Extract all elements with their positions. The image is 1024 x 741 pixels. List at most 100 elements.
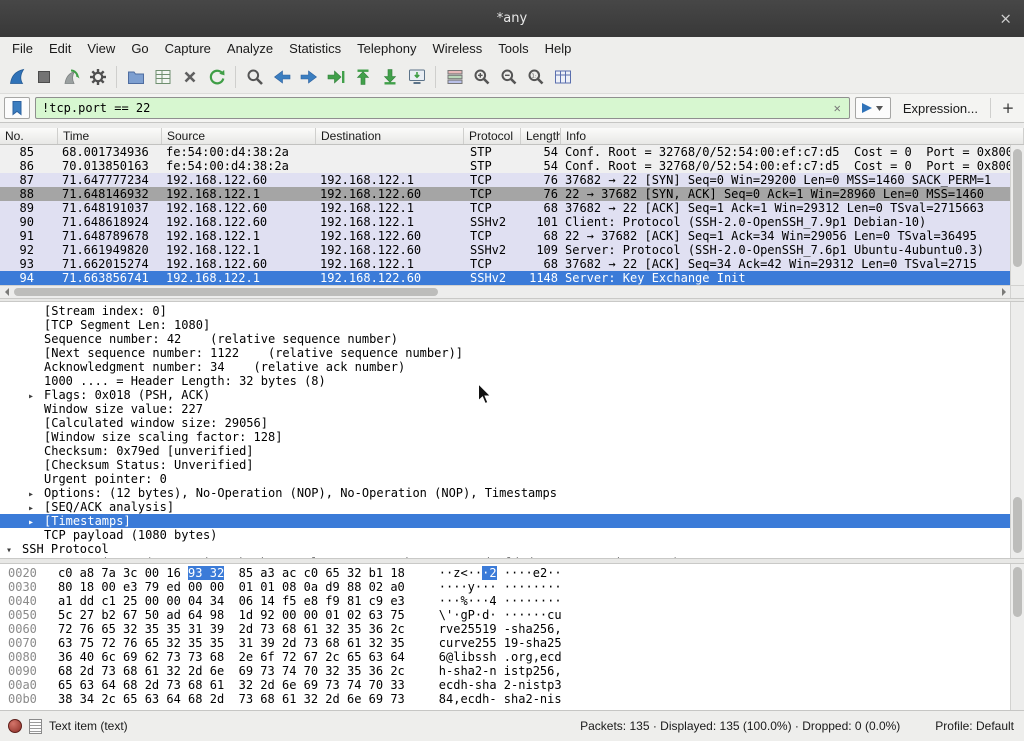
scroll-left-icon[interactable] [0,286,13,298]
detail-line[interactable]: SSH Version 2 (encryption:chacha20-poly1… [0,556,1010,558]
menu-edit[interactable]: Edit [41,39,79,58]
expander-icon[interactable]: ▾ [6,544,22,556]
capture-comment-icon[interactable] [29,719,42,734]
display-filter-input[interactable]: !tcp.port == 22 ✕ [35,97,850,119]
detail-line[interactable]: [Checksum Status: Unverified] [0,458,1010,472]
expander-icon[interactable]: ▸ [28,502,44,514]
detail-line[interactable]: [Stream index: 0] [0,304,1010,318]
detail-line[interactable]: 1000 .... = Header Length: 32 bytes (8) [0,374,1010,388]
open-file-button[interactable] [122,64,149,90]
scrollbar-thumb[interactable] [14,288,438,296]
menu-view[interactable]: View [79,39,123,58]
go-back-button[interactable] [268,64,295,90]
colorize-packets-button[interactable] [441,64,468,90]
detail-line[interactable]: Sequence number: 42 (relative sequence n… [0,332,1010,346]
reload-file-button[interactable] [203,64,230,90]
detail-line[interactable]: ▾SSH Protocol [0,542,1010,556]
menu-file[interactable]: File [4,39,41,58]
hex-row-0070[interactable]: 007063 75 72 76 65 32 35 35 31 39 2d 73 … [0,636,1010,650]
hex-row-0080[interactable]: 008036 40 6c 69 62 73 73 68 2e 6f 72 67 … [0,650,1010,664]
expander-icon[interactable]: ▸ [28,390,44,402]
packet-row-87[interactable]: 8771.647777234192.168.122.60192.168.122.… [0,173,1010,187]
resize-columns-button[interactable] [549,64,576,90]
menu-analyze[interactable]: Analyze [219,39,281,58]
hex-row-0060[interactable]: 006072 76 65 32 35 35 31 39 2d 73 68 61 … [0,622,1010,636]
go-forward-button[interactable] [295,64,322,90]
go-to-last-button[interactable] [376,64,403,90]
auto-scroll-button[interactable] [403,64,430,90]
hex-row-0040[interactable]: 0040a1 dd c1 25 00 00 04 34 06 14 f5 e8 … [0,594,1010,608]
start-capture-button[interactable] [3,64,30,90]
packet-row-91[interactable]: 9171.648789678192.168.122.1192.168.122.6… [0,229,1010,243]
close-file-button[interactable] [176,64,203,90]
hex-vscrollbar[interactable] [1010,564,1024,710]
stop-capture-button[interactable] [30,64,57,90]
hex-row-0050[interactable]: 00505c 27 b2 67 50 ad 64 98 1d 92 00 00 … [0,608,1010,622]
detail-line[interactable]: [Window size scaling factor: 128] [0,430,1010,444]
col-header-source[interactable]: Source [162,128,316,144]
scrollbar-thumb[interactable] [1013,567,1022,617]
packet-row-93[interactable]: 9371.662015274192.168.122.60192.168.122.… [0,257,1010,271]
col-header-length[interactable]: Length [521,128,561,144]
restart-capture-button[interactable] [57,64,84,90]
packet-list-hscrollbar[interactable] [0,285,1010,298]
filter-apply-button[interactable] [855,97,891,119]
col-header-protocol[interactable]: Protocol [464,128,521,144]
zoom-out-button[interactable] [495,64,522,90]
filter-clear-icon[interactable]: ✕ [832,101,843,115]
packet-row-94[interactable]: 9471.663856741192.168.122.1192.168.122.6… [0,271,1010,285]
zoom-in-button[interactable] [468,64,495,90]
detail-line[interactable]: Urgent pointer: 0 [0,472,1010,486]
expression-button[interactable]: Expression... [896,101,985,116]
col-header-no[interactable]: No. [0,128,58,144]
filter-bookmark-button[interactable] [4,97,30,119]
menu-go[interactable]: Go [123,39,156,58]
detail-line[interactable]: [TCP Segment Len: 1080] [0,318,1010,332]
detail-vscrollbar[interactable] [1010,302,1024,558]
zoom-reset-button[interactable]: 1:1 [522,64,549,90]
packet-list-vscrollbar[interactable] [1010,145,1024,285]
close-window-icon[interactable]: × [999,11,1012,26]
detail-line[interactable]: Checksum: 0x79ed [unverified] [0,444,1010,458]
packet-row-89[interactable]: 8971.648191037192.168.122.60192.168.122.… [0,201,1010,215]
menu-telephony[interactable]: Telephony [349,39,424,58]
col-header-info[interactable]: Info [561,128,1024,144]
expert-info-icon[interactable] [8,719,22,733]
detail-line[interactable]: ▸[SEQ/ACK analysis] [0,500,1010,514]
expander-icon[interactable]: ▸ [28,488,44,500]
col-header-time[interactable]: Time [58,128,162,144]
detail-line[interactable]: [Next sequence number: 1122 (relative se… [0,346,1010,360]
scroll-right-icon[interactable] [997,286,1010,298]
capture-options-button[interactable] [84,64,111,90]
packet-row-85[interactable]: 8568.001734936fe:54:00:d4:38:2aSTP54Conf… [0,145,1010,159]
hex-row-00a0[interactable]: 00a065 63 64 68 2d 73 68 61 32 2d 6e 69 … [0,678,1010,692]
menu-statistics[interactable]: Statistics [281,39,349,58]
find-packet-button[interactable] [241,64,268,90]
packet-row-92[interactable]: 9271.661949820192.168.122.1192.168.122.6… [0,243,1010,257]
expander-icon[interactable]: ▸ [28,516,44,528]
menu-capture[interactable]: Capture [157,39,219,58]
detail-line[interactable]: ▸[Timestamps] [0,514,1010,528]
detail-line[interactable]: ▸Flags: 0x018 (PSH, ACK) [0,388,1010,402]
go-to-packet-button[interactable] [322,64,349,90]
status-profile[interactable]: Profile: Default [935,719,1014,733]
menu-help[interactable]: Help [537,39,580,58]
detail-line[interactable]: TCP payload (1080 bytes) [0,528,1010,542]
detail-line[interactable]: Acknowledgment number: 34 (relative ack … [0,360,1010,374]
scrollbar-thumb[interactable] [1013,149,1022,267]
filter-add-button[interactable]: + [996,97,1020,119]
hex-row-00b0[interactable]: 00b038 34 2c 65 63 64 68 2d 73 68 61 32 … [0,692,1010,706]
detail-line[interactable]: Window size value: 227 [0,402,1010,416]
hex-row-0030[interactable]: 003080 18 00 e3 79 ed 00 00 01 01 08 0a … [0,580,1010,594]
packet-row-88[interactable]: 8871.648146932192.168.122.1192.168.122.6… [0,187,1010,201]
detail-line[interactable]: [Calculated window size: 29056] [0,416,1010,430]
packet-row-86[interactable]: 8670.013850163fe:54:00:d4:38:2aSTP54Conf… [0,159,1010,173]
packet-row-90[interactable]: 9071.648618924192.168.122.60192.168.122.… [0,215,1010,229]
scrollbar-thumb[interactable] [1013,497,1022,553]
hex-row-0020[interactable]: 0020c0 a8 7a 3c 00 16 93 32 85 a3 ac c0 … [0,566,1010,580]
col-header-destination[interactable]: Destination [316,128,464,144]
save-file-button[interactable] [149,64,176,90]
menu-tools[interactable]: Tools [490,39,536,58]
menu-wireless[interactable]: Wireless [424,39,490,58]
go-to-first-button[interactable] [349,64,376,90]
